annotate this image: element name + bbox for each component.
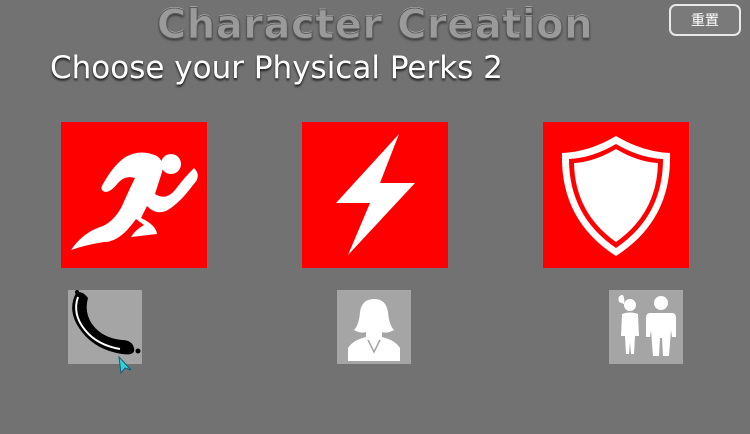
man-and-woman-icon [618, 295, 676, 356]
running-person-icon [71, 152, 198, 250]
female-avatar-icon [348, 299, 400, 361]
lightning-bolt-icon [336, 134, 415, 255]
option-female-button[interactable] [337, 290, 411, 364]
pointer-cursor-icon [118, 356, 132, 375]
perk-shield-button[interactable] [543, 122, 689, 268]
screen-title: Character Creation [156, 2, 594, 49]
perk-lightning-button[interactable] [302, 122, 448, 268]
option-couple-button[interactable] [609, 290, 683, 364]
reset-button[interactable]: 重置 [669, 4, 741, 36]
perk-running-button[interactable] [61, 122, 207, 268]
shield-icon [561, 136, 671, 256]
page-subtitle: Choose your Physical Perks 2 [50, 50, 503, 86]
option-sausage-button[interactable] [68, 290, 142, 364]
sausage-icon [72, 290, 141, 355]
